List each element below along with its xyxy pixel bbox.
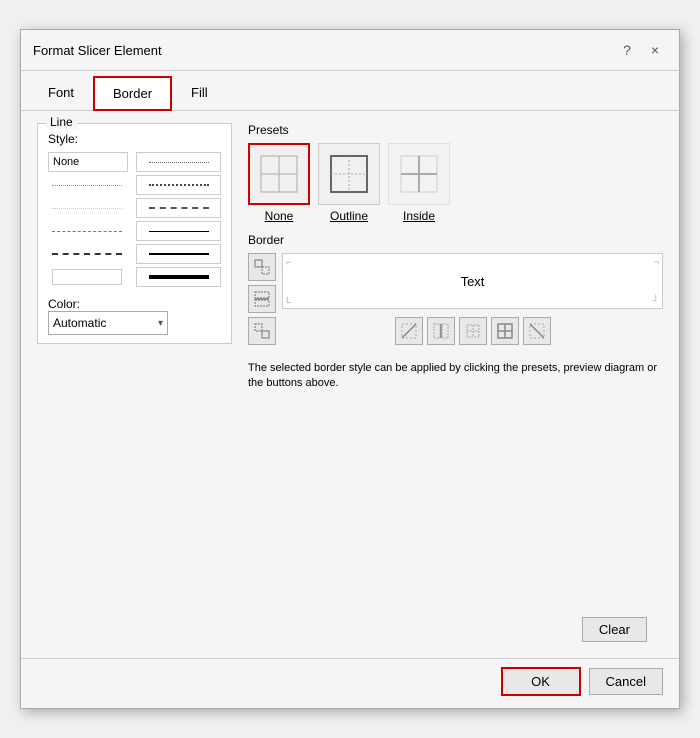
preset-outline-svg — [327, 152, 371, 196]
style-line-0[interactable] — [136, 152, 221, 172]
clear-button[interactable]: Clear — [582, 617, 647, 642]
style-line-2[interactable] — [136, 198, 221, 218]
border-preview-text: Text — [461, 274, 485, 289]
presets-label: Presets — [248, 123, 663, 137]
color-label: Color: — [48, 297, 80, 311]
style-box — [52, 269, 122, 285]
style-dash1[interactable] — [48, 221, 128, 241]
corner-tl: ⌐ — [286, 257, 291, 267]
style-line-1[interactable] — [136, 175, 221, 195]
corner-br: ┘ — [653, 295, 659, 305]
preset-inside[interactable]: Inside — [388, 143, 450, 223]
tab-fill[interactable]: Fill — [172, 76, 227, 111]
help-button[interactable]: ? — [615, 38, 639, 62]
style-line-5[interactable] — [136, 267, 221, 287]
border-label: Border — [248, 233, 663, 247]
border-preview[interactable]: ⌐ ¬ L ┘ Text — [282, 253, 663, 309]
border-btn-middle-v[interactable] — [427, 317, 455, 345]
preset-none[interactable]: None — [248, 143, 310, 223]
title-bar: Format Slicer Element ? × — [21, 30, 679, 71]
line-sample-5 — [149, 275, 209, 279]
preset-inside-icon[interactable] — [388, 143, 450, 205]
preset-none-label: None — [265, 209, 294, 223]
button-row: OK Cancel — [21, 658, 679, 708]
preset-inside-svg — [397, 152, 441, 196]
border-diag-tr-icon — [528, 322, 546, 340]
main-row: Line Style: None — [37, 123, 663, 646]
border-outer-icon — [464, 322, 482, 340]
style-none-label[interactable]: None — [48, 152, 128, 172]
border-middle-h-icon — [253, 290, 271, 308]
color-dropdown-arrow: ▾ — [158, 318, 163, 329]
title-bar-left: Format Slicer Element — [33, 43, 162, 58]
border-btn-diag-tr[interactable] — [523, 317, 551, 345]
border-section: Border — [248, 233, 663, 345]
line-sample-1 — [149, 184, 209, 186]
border-inner-icon — [496, 322, 514, 340]
border-btn-inner[interactable] — [491, 317, 519, 345]
tab-border[interactable]: Border — [93, 76, 172, 111]
border-btn-outer[interactable] — [459, 317, 487, 345]
close-button[interactable]: × — [643, 38, 667, 62]
color-dropdown[interactable]: Automatic ▾ — [48, 311, 168, 335]
style-dots2[interactable] — [48, 198, 128, 218]
border-btn-bottom-right[interactable] — [248, 317, 276, 345]
line-sample-4 — [149, 253, 209, 255]
style-dash2[interactable] — [48, 244, 128, 264]
color-value: Automatic — [53, 316, 106, 330]
left-panel: Line Style: None — [37, 123, 232, 646]
presets-row: None Outline — [248, 143, 663, 223]
border-top-left-icon — [253, 258, 271, 276]
border-bottom-right-icon — [253, 322, 271, 340]
right-panel: Presets None — [248, 123, 663, 646]
preset-outline[interactable]: Outline — [318, 143, 380, 223]
style-dots1[interactable] — [48, 175, 128, 195]
style-line-3[interactable] — [136, 221, 221, 241]
preset-none-svg — [257, 152, 301, 196]
style-grid: None — [48, 152, 221, 287]
tab-font[interactable]: Font — [29, 76, 93, 111]
border-editor: ⌐ ¬ L ┘ Text — [248, 253, 663, 345]
border-diag-bl-icon — [400, 322, 418, 340]
title-bar-right: ? × — [615, 38, 667, 62]
dialog-body: Line Style: None — [21, 111, 679, 658]
corner-tr: ¬ — [654, 257, 659, 267]
border-btn-middle-h[interactable] — [248, 285, 276, 313]
preset-none-icon[interactable] — [248, 143, 310, 205]
corner-bl: L — [286, 295, 291, 305]
line-group-label: Line — [46, 115, 77, 129]
border-middle-v-icon — [432, 322, 450, 340]
color-row: Color: — [48, 297, 221, 311]
line-sample-0 — [149, 162, 209, 163]
border-btn-top-left[interactable] — [248, 253, 276, 281]
style-solid1[interactable] — [48, 267, 128, 287]
preset-outline-label: Outline — [330, 209, 368, 223]
border-bottom-row — [282, 317, 663, 345]
info-text: The selected border style can be applied… — [248, 355, 663, 398]
line-sample-2 — [149, 207, 209, 209]
ok-button[interactable]: OK — [501, 667, 581, 696]
style-line-4[interactable] — [136, 244, 221, 264]
clear-btn-row: Clear — [248, 613, 663, 646]
preset-outline-icon[interactable] — [318, 143, 380, 205]
tab-bar: Font Border Fill — [21, 71, 679, 111]
style-label: Style: — [48, 132, 221, 146]
line-sample-3 — [149, 231, 209, 232]
line-group: Line Style: None — [37, 123, 232, 344]
cancel-button[interactable]: Cancel — [589, 668, 663, 695]
format-slicer-dialog: Format Slicer Element ? × Font Border Fi… — [20, 29, 680, 709]
border-buttons-left — [248, 253, 276, 345]
border-btn-diag-bl[interactable] — [395, 317, 423, 345]
dialog-title: Format Slicer Element — [33, 43, 162, 58]
presets-section: Presets None — [248, 123, 663, 223]
preset-inside-label: Inside — [403, 209, 435, 223]
